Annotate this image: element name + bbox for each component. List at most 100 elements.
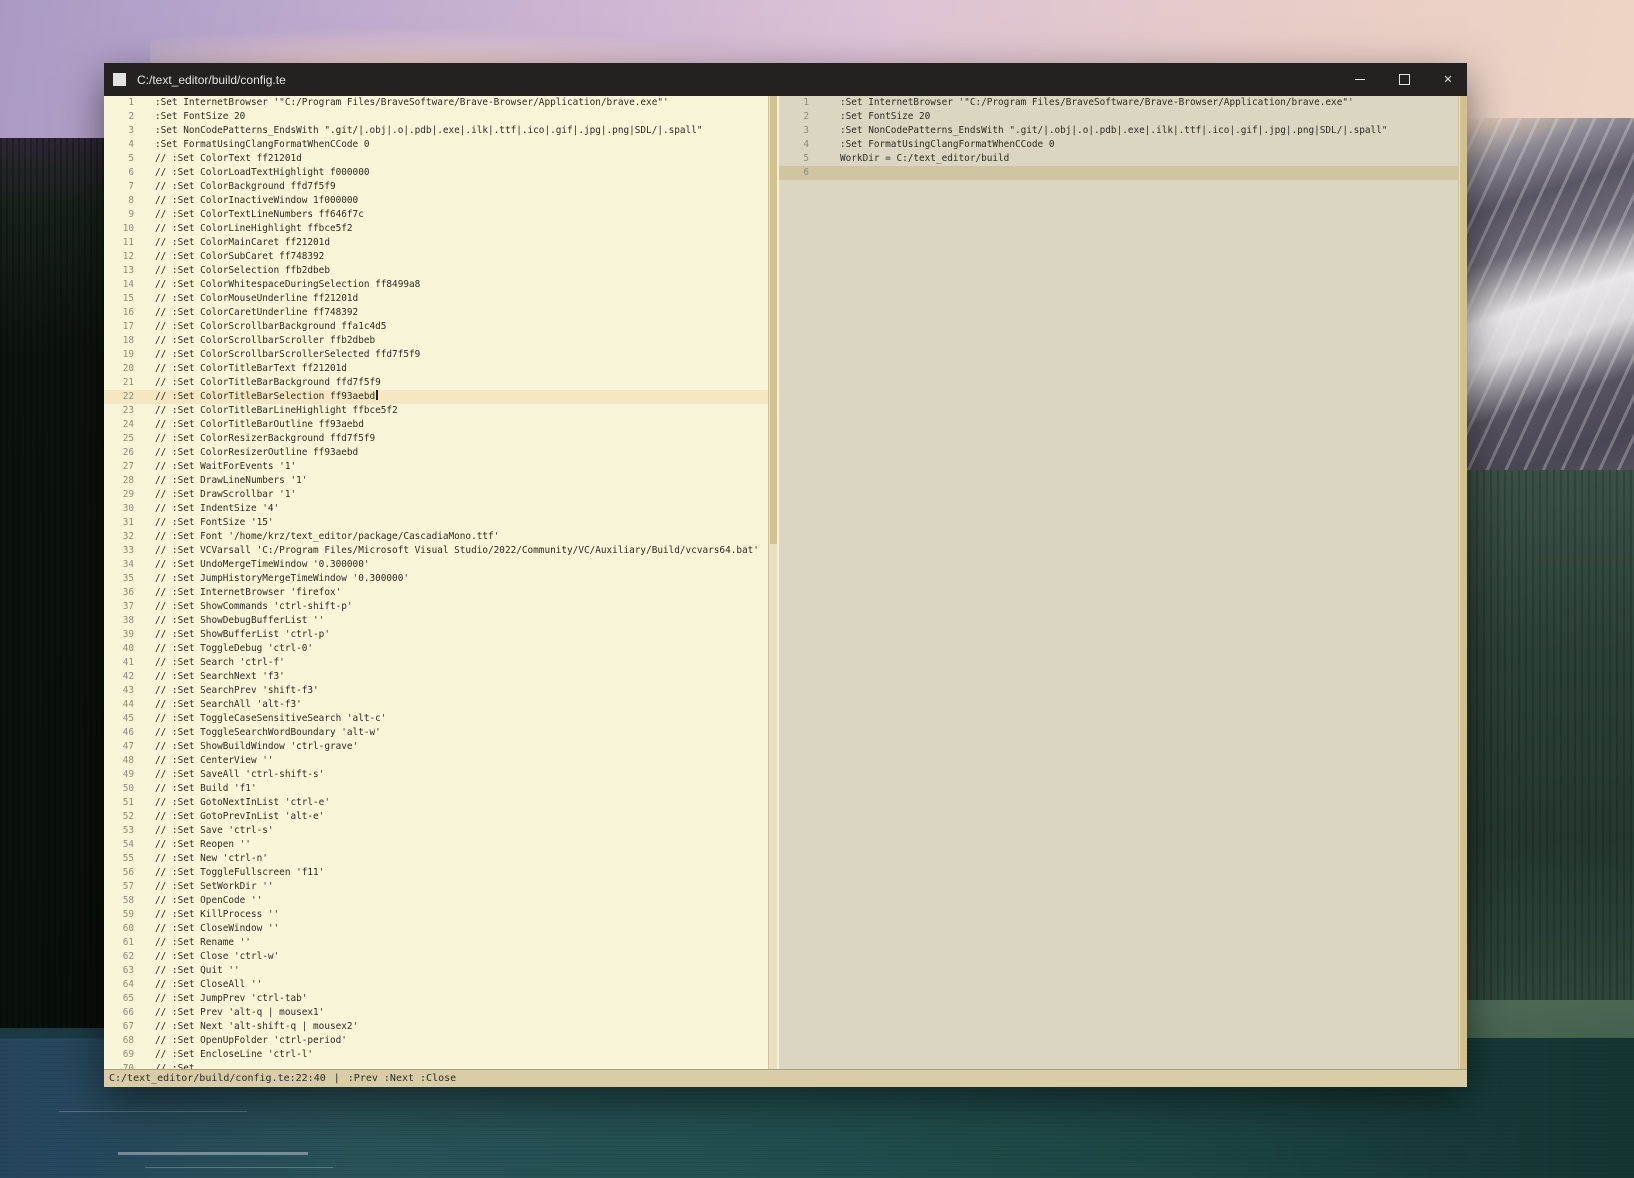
code-line[interactable]: 65 // :Set JumpPrev 'ctrl-tab' — [104, 992, 768, 1006]
code-line[interactable]: 17 // :Set ColorScrollbarBackground ffa1… — [104, 320, 768, 334]
code-line[interactable]: 40 // :Set ToggleDebug 'ctrl-0' — [104, 642, 768, 656]
code-line[interactable]: 15 // :Set ColorMouseUnderline ff21201d — [104, 292, 768, 306]
code-line[interactable]: 51 // :Set GotoNextInList 'ctrl-e' — [104, 796, 768, 810]
code-line[interactable]: 32 // :Set Font '/home/krz/text_editor/p… — [104, 530, 768, 544]
left-pane-scrollbar[interactable] — [768, 96, 777, 1069]
code-line[interactable]: 37 // :Set ShowCommands 'ctrl-shift-p' — [104, 600, 768, 614]
line-number: 64 — [104, 978, 134, 992]
code-line[interactable]: 41 // :Set Search 'ctrl-f' — [104, 656, 768, 670]
minimize-button[interactable] — [1345, 63, 1375, 96]
code-line[interactable]: 56 // :Set ToggleFullscreen 'f11' — [104, 866, 768, 880]
code-line[interactable]: 4 :Set FormatUsingClangFormatWhenCCode 0 — [779, 138, 1458, 152]
code-line[interactable]: 38 // :Set ShowDebugBufferList '' — [104, 614, 768, 628]
line-text: // :Set ShowBufferList 'ctrl-p' — [134, 628, 330, 642]
editor-pane-left[interactable]: 1 :Set InternetBrowser '"C:/Program File… — [104, 96, 768, 1069]
code-line[interactable]: 10 // :Set ColorLineHighlight ffbce5f2 — [104, 222, 768, 236]
code-line[interactable]: 2 :Set FontSize 20 — [104, 110, 768, 124]
code-line[interactable]: 70 // :Set — [104, 1062, 768, 1069]
code-line[interactable]: 13 // :Set ColorSelection ffb2dbeb — [104, 264, 768, 278]
code-line[interactable]: 61 // :Set Rename '' — [104, 936, 768, 950]
line-text: // :Set SaveAll 'ctrl-shift-s' — [134, 768, 324, 782]
code-line[interactable]: 48 // :Set CenterView '' — [104, 754, 768, 768]
code-line[interactable]: 45 // :Set ToggleCaseSensitiveSearch 'al… — [104, 712, 768, 726]
code-line[interactable]: 27 // :Set WaitForEvents '1' — [104, 460, 768, 474]
line-text: // :Set ToggleDebug 'ctrl-0' — [134, 642, 313, 656]
code-line[interactable]: 60 // :Set CloseWindow '' — [104, 922, 768, 936]
code-line[interactable]: 23 // :Set ColorTitleBarLineHighlight ff… — [104, 404, 768, 418]
line-number: 21 — [104, 376, 134, 390]
code-line[interactable]: 20 // :Set ColorTitleBarText ff21201d — [104, 362, 768, 376]
code-line[interactable]: 47 // :Set ShowBuildWindow 'ctrl-grave' — [104, 740, 768, 754]
right-pane-scrollbar[interactable] — [1458, 96, 1467, 1069]
code-line[interactable]: 59 // :Set KillProcess '' — [104, 908, 768, 922]
code-line[interactable]: 68 // :Set OpenUpFolder 'ctrl-period' — [104, 1034, 768, 1048]
code-line[interactable]: 66 // :Set Prev 'alt-q | mousex1' — [104, 1006, 768, 1020]
line-text: // :Set ColorScrollbarScrollerSelected f… — [134, 348, 420, 362]
line-number: 22 — [104, 390, 134, 404]
code-line[interactable]: 28 // :Set DrawLineNumbers '1' — [104, 474, 768, 488]
code-line[interactable]: 18 // :Set ColorScrollbarScroller ffb2db… — [104, 334, 768, 348]
code-line[interactable]: 57 // :Set SetWorkDir '' — [104, 880, 768, 894]
code-line[interactable]: 44 // :Set SearchAll 'alt-f3' — [104, 698, 768, 712]
code-line[interactable]: 30 // :Set IndentSize '4' — [104, 502, 768, 516]
code-line[interactable]: 14 // :Set ColorWhitespaceDuringSelectio… — [104, 278, 768, 292]
code-line[interactable]: 58 // :Set OpenCode '' — [104, 894, 768, 908]
line-text: // :Set ColorTitleBarSelection ff93aebd — [134, 390, 378, 404]
right-scrollbar-thumb[interactable] — [1460, 96, 1467, 1069]
code-line[interactable]: 19 // :Set ColorScrollbarScrollerSelecte… — [104, 348, 768, 362]
code-line[interactable]: 21 // :Set ColorTitleBarBackground ffd7f… — [104, 376, 768, 390]
code-line[interactable]: 12 // :Set ColorSubCaret ff748392 — [104, 250, 768, 264]
code-line[interactable]: 1 :Set InternetBrowser '"C:/Program File… — [104, 96, 768, 110]
line-number: 26 — [104, 446, 134, 460]
text-caret — [376, 390, 378, 400]
code-line[interactable]: 3 :Set NonCodePatterns_EndsWith ".git/|.… — [104, 124, 768, 138]
code-line[interactable]: 26 // :Set ColorResizerOutline ff93aebd — [104, 446, 768, 460]
code-line[interactable]: 62 // :Set Close 'ctrl-w' — [104, 950, 768, 964]
code-line[interactable]: 22 // :Set ColorTitleBarSelection ff93ae… — [104, 390, 768, 404]
code-line[interactable]: 24 // :Set ColorTitleBarOutline ff93aebd — [104, 418, 768, 432]
editor-pane-right[interactable]: 1 :Set InternetBrowser '"C:/Program File… — [779, 96, 1458, 1069]
code-line[interactable]: 8 // :Set ColorInactiveWindow 1f000000 — [104, 194, 768, 208]
code-line[interactable]: 50 // :Set Build 'f1' — [104, 782, 768, 796]
code-line[interactable]: 4 :Set FormatUsingClangFormatWhenCCode 0 — [104, 138, 768, 152]
code-line[interactable]: 5 WorkDir = C:/text_editor/build — [779, 152, 1458, 166]
left-scrollbar-thumb[interactable] — [770, 96, 777, 544]
code-line[interactable]: 16 // :Set ColorCaretUnderline ff748392 — [104, 306, 768, 320]
code-line[interactable]: 5 // :Set ColorText ff21201d — [104, 152, 768, 166]
code-line[interactable]: 9 // :Set ColorTextLineNumbers ff646f7c — [104, 208, 768, 222]
code-line[interactable]: 31 // :Set FontSize '15' — [104, 516, 768, 530]
code-line[interactable]: 52 // :Set GotoPrevInList 'alt-e' — [104, 810, 768, 824]
code-line[interactable]: 29 // :Set DrawScrollbar '1' — [104, 488, 768, 502]
code-line[interactable]: 67 // :Set Next 'alt-shift-q | mousex2' — [104, 1020, 768, 1034]
maximize-button[interactable] — [1389, 63, 1419, 96]
code-line[interactable]: 35 // :Set JumpHistoryMergeTimeWindow '0… — [104, 572, 768, 586]
code-line[interactable]: 39 // :Set ShowBufferList 'ctrl-p' — [104, 628, 768, 642]
code-line[interactable]: 25 // :Set ColorResizerBackground ffd7f5… — [104, 432, 768, 446]
code-line[interactable]: 63 // :Set Quit '' — [104, 964, 768, 978]
status-commands[interactable]: :Prev :Next :Close — [348, 1073, 456, 1084]
close-button[interactable]: ✕ — [1433, 63, 1463, 96]
code-line[interactable]: 46 // :Set ToggleSearchWordBoundary 'alt… — [104, 726, 768, 740]
code-line[interactable]: 6 // :Set ColorLoadTextHighlight f000000 — [104, 166, 768, 180]
code-line[interactable]: 43 // :Set SearchPrev 'shift-f3' — [104, 684, 768, 698]
code-line[interactable]: 55 // :Set New 'ctrl-n' — [104, 852, 768, 866]
code-line[interactable]: 3 :Set NonCodePatterns_EndsWith ".git/|.… — [779, 124, 1458, 138]
code-line[interactable]: 36 // :Set InternetBrowser 'firefox' — [104, 586, 768, 600]
code-line[interactable]: 64 // :Set CloseAll '' — [104, 978, 768, 992]
line-number: 70 — [104, 1062, 134, 1069]
code-line[interactable]: 1 :Set InternetBrowser '"C:/Program File… — [779, 96, 1458, 110]
code-line[interactable]: 6 — [779, 166, 1458, 180]
code-line[interactable]: 53 // :Set Save 'ctrl-s' — [104, 824, 768, 838]
code-line[interactable]: 34 // :Set UndoMergeTimeWindow '0.300000… — [104, 558, 768, 572]
code-line[interactable]: 2 :Set FontSize 20 — [779, 110, 1458, 124]
line-number: 57 — [104, 880, 134, 894]
code-line[interactable]: 11 // :Set ColorMainCaret ff21201d — [104, 236, 768, 250]
code-line[interactable]: 49 // :Set SaveAll 'ctrl-shift-s' — [104, 768, 768, 782]
code-line[interactable]: 42 // :Set SearchNext 'f3' — [104, 670, 768, 684]
code-line[interactable]: 33 // :Set VCVarsall 'C:/Program Files/M… — [104, 544, 768, 558]
code-line[interactable]: 54 // :Set Reopen '' — [104, 838, 768, 852]
code-line[interactable]: 7 // :Set ColorBackground ffd7f5f9 — [104, 180, 768, 194]
window-titlebar[interactable]: C:/text_editor/build/config.te ✕ — [104, 63, 1467, 96]
code-line[interactable]: 69 // :Set EncloseLine 'ctrl-l' — [104, 1048, 768, 1062]
line-text: :Set FontSize 20 — [134, 110, 245, 124]
